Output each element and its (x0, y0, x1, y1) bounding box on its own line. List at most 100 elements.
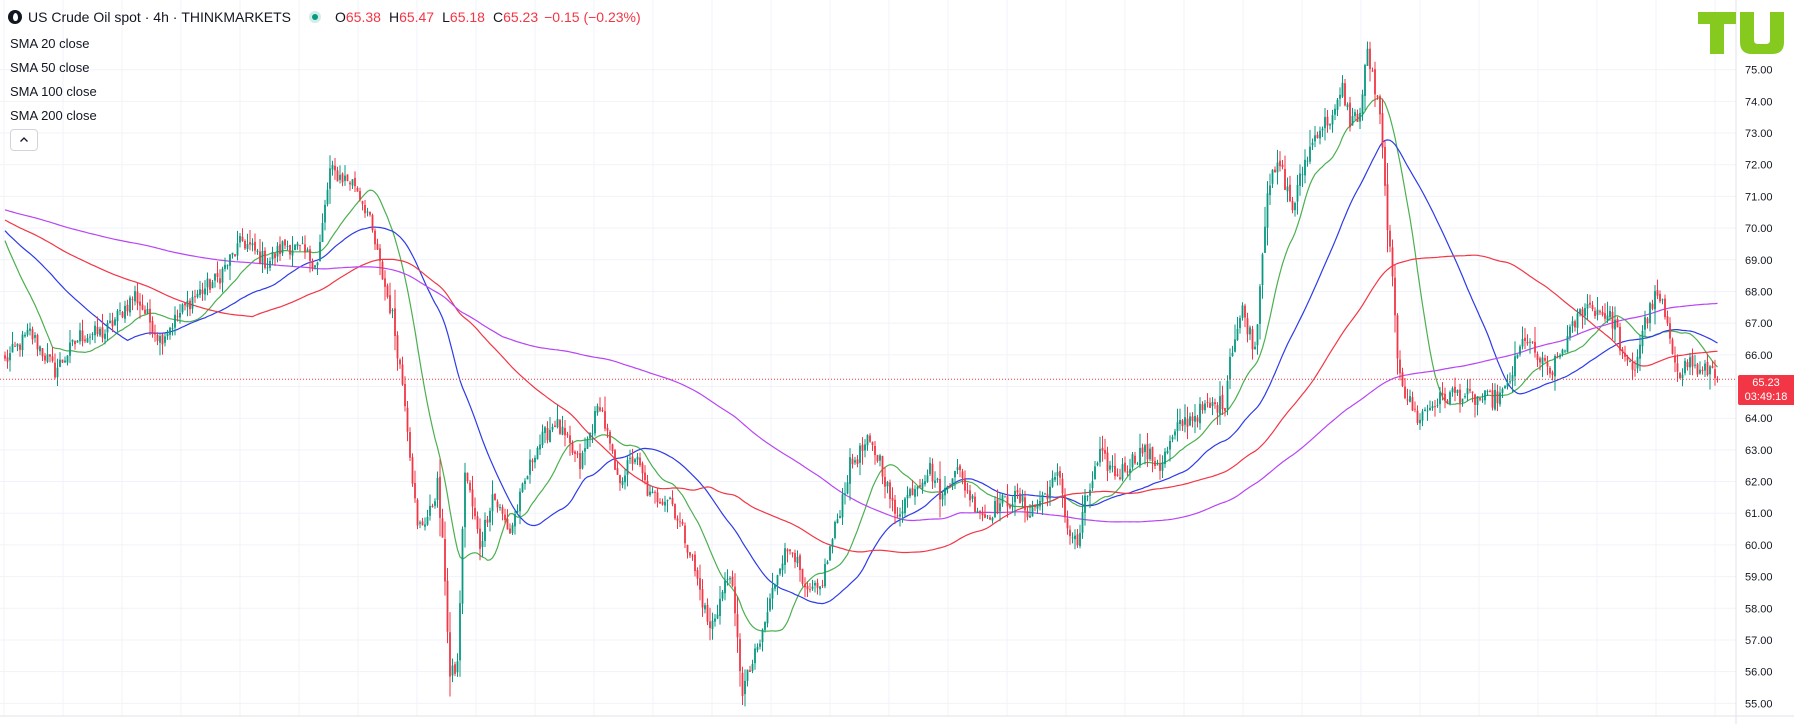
change-value: −0.15 (−0.23%) (544, 9, 641, 25)
candle-body (844, 493, 846, 495)
chart-area[interactable]: 55.00 56.00 57.00 58.00 59.00 60.00 61.00 62.00… (0, 0, 1794, 724)
price-axis[interactable]: 55.00 56.00 57.00 58.00 59.00 60.00 61.00 62.00… (0, 0, 1794, 724)
candle-body (1216, 405, 1219, 413)
candle-body (154, 333, 156, 335)
candle-body (31, 329, 34, 340)
candle-body (1121, 464, 1124, 480)
candle-body (1531, 341, 1534, 343)
candle-body (586, 439, 589, 449)
candle-body (6, 357, 9, 362)
candle-body (1196, 417, 1199, 422)
candle-body (664, 501, 666, 506)
candle-body (381, 261, 384, 280)
collapse-legend-button[interactable] (10, 129, 38, 151)
candle-body (476, 516, 479, 530)
tradingview-logo-icon[interactable] (1696, 10, 1786, 56)
legend-sma50[interactable]: SMA 50 close (10, 59, 97, 83)
candle-body (61, 359, 64, 363)
candle-body (79, 330, 81, 342)
candle-body (1456, 389, 1459, 393)
candle-body (451, 665, 454, 676)
candle-body (1686, 362, 1689, 368)
candle-body (831, 539, 834, 548)
candle-body (1071, 537, 1074, 539)
candle-body (549, 429, 551, 442)
candle-body (1574, 321, 1576, 328)
candle-body (89, 336, 91, 338)
candle-body (341, 173, 344, 183)
candle-body (271, 252, 274, 260)
candle-body (309, 249, 311, 261)
candle-body (1496, 391, 1499, 404)
symbol-name[interactable]: US Crude Oil spot (28, 9, 141, 25)
candle-body (1246, 318, 1249, 335)
candle-body (824, 564, 826, 587)
candle-body (801, 568, 804, 584)
candle-body (716, 614, 719, 619)
candle-body (816, 582, 819, 588)
candle-body (349, 182, 351, 185)
legend-sma100[interactable]: SMA 100 close (10, 83, 97, 107)
candle-body (1309, 146, 1311, 162)
chevron-up-icon (20, 137, 28, 142)
candle-body (884, 476, 886, 487)
candle-body (906, 494, 909, 499)
candle-body (494, 493, 496, 501)
candle-body (236, 243, 239, 256)
candle-body (1489, 391, 1491, 393)
candle-body (54, 362, 56, 378)
candle-body (439, 476, 441, 518)
candle-body (1406, 399, 1409, 401)
price-tick-label: 69.00 (1745, 255, 1773, 267)
candle-body (41, 348, 44, 357)
candle-body (1629, 361, 1631, 362)
candle-body (366, 211, 369, 213)
candle-body (1676, 363, 1679, 372)
candle-body (1191, 416, 1194, 421)
candle-body (569, 435, 571, 444)
candle-body (696, 570, 699, 579)
candle-body (1031, 507, 1034, 517)
legend-sma200[interactable]: SMA 200 close (10, 107, 97, 131)
candle-body (71, 339, 74, 342)
candle-body (269, 261, 271, 268)
candle-body (834, 521, 836, 538)
candle-body (201, 289, 204, 294)
candle-body (434, 501, 436, 506)
candle-body (191, 296, 194, 309)
candle-body (846, 482, 849, 494)
candle-body (116, 310, 119, 322)
candle-body (1111, 466, 1114, 468)
candle-body (336, 170, 339, 182)
candle-body (114, 319, 116, 325)
legend-sma20[interactable]: SMA 20 close (10, 35, 97, 59)
candle-body (259, 251, 261, 264)
candle-body (1214, 402, 1216, 405)
candle-body (676, 518, 679, 521)
candle-body (1424, 409, 1426, 412)
sma-50-line (4, 139, 1718, 605)
candle-body (1601, 311, 1604, 315)
candle-body (806, 585, 809, 590)
candle-body (1379, 96, 1381, 115)
candle-body (1444, 393, 1446, 401)
candle-body (1126, 471, 1129, 473)
candle-body (726, 579, 729, 580)
candle-body (94, 325, 96, 336)
candlestick-series (0, 41, 1736, 707)
candle-body (496, 501, 499, 508)
interval[interactable]: 4h (153, 9, 169, 25)
price-tick-label: 59.00 (1745, 572, 1773, 584)
candle-body (596, 406, 599, 413)
market-open-dot-icon[interactable] (309, 11, 321, 23)
candle-body (649, 491, 651, 496)
candle-body (1091, 481, 1094, 489)
price-chart[interactable]: 55.00 56.00 57.00 58.00 59.00 60.00 61.00 62.00… (0, 0, 1794, 724)
candle-body (144, 309, 146, 314)
candle-body (194, 296, 196, 298)
candle-body (1329, 124, 1331, 126)
candle-body (821, 585, 824, 587)
candle-body (1699, 369, 1701, 374)
candle-body (264, 250, 266, 268)
candle-body (1421, 411, 1424, 421)
